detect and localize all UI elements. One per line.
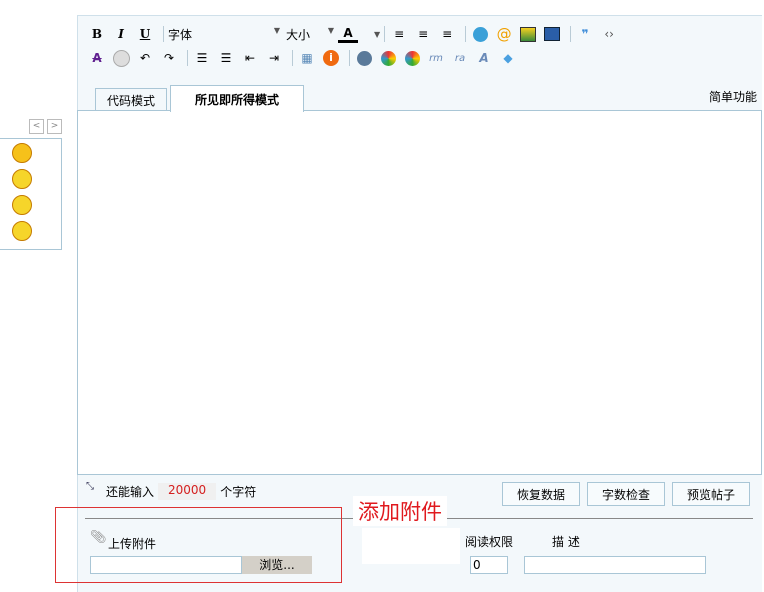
smiley-prev-button[interactable]: <	[29, 119, 44, 134]
underline-icon[interactable]: U	[135, 25, 155, 43]
wma-icon[interactable]	[402, 49, 422, 67]
paperclip-icon: 📎︎	[90, 530, 107, 545]
read-permission-input[interactable]	[470, 556, 508, 574]
tab-wysiwyg-mode[interactable]: 所见即所得模式	[170, 85, 304, 112]
outdent-icon[interactable]: ⇤	[240, 49, 260, 67]
remaining-count: 20000	[158, 483, 217, 500]
at-icon[interactable]: @	[494, 25, 514, 43]
smiley-surprise-icon[interactable]	[12, 221, 32, 241]
flash-icon[interactable]	[354, 49, 374, 67]
resize-icon[interactable]: ⤡	[86, 481, 94, 492]
smiley-next-button[interactable]: >	[47, 119, 62, 134]
italic-icon[interactable]: I	[111, 25, 131, 43]
preview-post-button[interactable]: 预览帖子	[672, 482, 750, 506]
smiley-sad-icon[interactable]	[12, 169, 32, 189]
upload-attachment-label: 上传附件	[108, 537, 157, 551]
remove-format-icon[interactable]: A	[87, 49, 107, 67]
align-center-icon[interactable]: ≡	[413, 25, 433, 43]
blank-patch	[362, 528, 460, 564]
align-right-icon[interactable]: ≡	[437, 25, 457, 43]
quote-icon[interactable]: ❞	[575, 25, 595, 43]
align-left-icon[interactable]: ≡	[389, 25, 409, 43]
annotation-label: 添加附件	[353, 496, 447, 526]
description-input[interactable]	[524, 556, 706, 574]
bold-icon[interactable]: B	[87, 25, 107, 43]
font-color-icon[interactable]: A	[338, 26, 358, 43]
read-permission-label: 阅读权限	[465, 535, 514, 549]
description-label: 描 述	[552, 535, 580, 549]
smiley-icon[interactable]	[111, 49, 131, 67]
browse-button[interactable]: 浏览...	[242, 556, 312, 574]
toolbar-row-1: B I U 字体 ▼ 大小 ▼ A ▼ ≡ ≡ ≡ @ ❞ ‹›	[87, 24, 623, 44]
toolbar-row-2: A ↶ ↷ ☰ ☰ ⇤ ⇥ ▦ i rm ra A ◆	[87, 48, 522, 68]
editor-body[interactable]	[77, 110, 762, 475]
undo-icon[interactable]: ↶	[135, 49, 155, 67]
info-icon[interactable]: i	[321, 49, 341, 67]
ra-icon[interactable]: ra	[450, 49, 470, 67]
font-icon[interactable]: A	[474, 49, 494, 67]
table-icon[interactable]: ▦	[297, 49, 317, 67]
chevron-down-icon: ▼	[273, 25, 280, 35]
media-icon[interactable]	[542, 25, 562, 43]
word-count-button[interactable]: 字数检查	[587, 482, 665, 506]
unordered-list-icon[interactable]: ☰	[216, 49, 236, 67]
redo-icon[interactable]: ↷	[159, 49, 179, 67]
code-icon[interactable]: ‹›	[599, 25, 619, 43]
cloud-icon[interactable]: ◆	[498, 49, 518, 67]
simple-mode-link[interactable]: 简单功能	[709, 88, 757, 105]
wmv-icon[interactable]	[378, 49, 398, 67]
smiley-panel	[0, 138, 62, 250]
restore-data-button[interactable]: 恢复数据	[502, 482, 580, 506]
tab-code-mode[interactable]: 代码模式	[95, 88, 167, 112]
file-path-input[interactable]	[90, 556, 242, 574]
ordered-list-icon[interactable]: ☰	[192, 49, 212, 67]
smiley-angry-icon[interactable]	[12, 143, 32, 163]
font-select[interactable]: 字体 ▼	[168, 26, 280, 43]
chevron-down-icon[interactable]: ▼	[374, 30, 380, 39]
size-select[interactable]: 大小 ▼	[286, 26, 334, 43]
chevron-down-icon: ▼	[327, 25, 334, 35]
indent-icon[interactable]: ⇥	[264, 49, 284, 67]
emoticon-icon[interactable]	[470, 25, 490, 43]
image-icon[interactable]	[518, 25, 538, 43]
rm-icon[interactable]: rm	[426, 49, 446, 67]
char-counter: 还能输入 20000 个字符	[106, 483, 257, 500]
smiley-teeth-icon[interactable]	[12, 195, 32, 215]
